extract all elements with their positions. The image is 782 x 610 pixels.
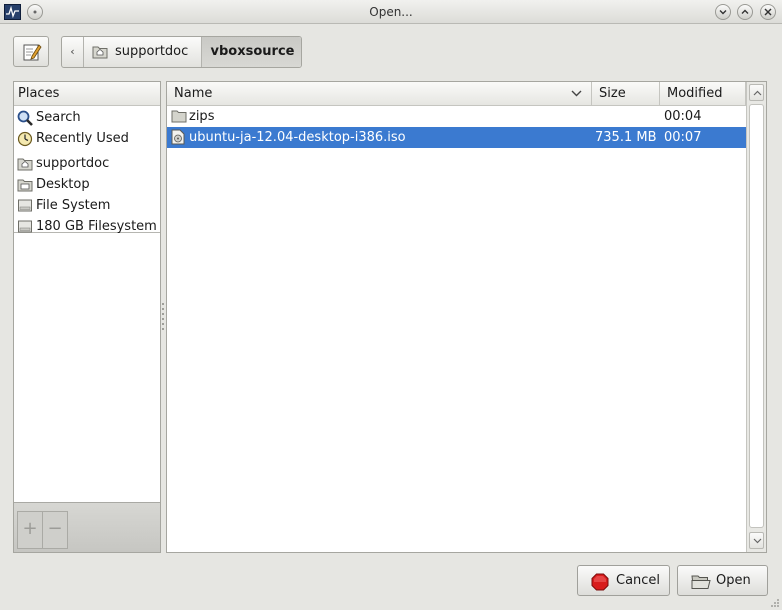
minimize-button[interactable]	[715, 4, 731, 20]
place-supportdoc[interactable]: supportdoc	[14, 153, 160, 174]
open-button[interactable]: Open	[677, 565, 768, 596]
column-header-modified[interactable]: Modified	[660, 82, 746, 106]
type-location-button[interactable]	[13, 36, 49, 67]
file-name: ubuntu-ja-12.04-desktop-i386.iso	[189, 130, 406, 145]
breadcrumb-scroll-left-button[interactable]: ‹	[62, 37, 84, 67]
home-folder-icon	[17, 158, 33, 171]
folder-icon	[171, 110, 187, 123]
chevron-up-icon	[753, 90, 762, 96]
desktop-folder-icon	[17, 179, 33, 192]
place-search[interactable]: Search	[14, 107, 160, 128]
drive-icon	[18, 199, 32, 212]
places-toolbar: + −	[14, 502, 160, 552]
places-sidebar: Places Search Recently Used supportdoc D…	[13, 81, 161, 553]
place-180gb-filesystem[interactable]: 180 GB Filesystem	[14, 216, 160, 237]
file-list-scrollbar[interactable]	[746, 82, 766, 552]
title-bar: Open...	[0, 0, 782, 24]
cancel-button[interactable]: Cancel	[577, 565, 670, 596]
column-header-size[interactable]: Size	[592, 82, 660, 106]
file-name: zips	[189, 109, 215, 124]
resize-grip-icon[interactable]	[770, 598, 780, 608]
home-folder-icon	[92, 46, 108, 59]
breadcrumb-vboxsource[interactable]: vboxsource	[202, 37, 301, 67]
maximize-button[interactable]	[737, 4, 753, 20]
breadcrumb: ‹ supportdoc vboxsource	[61, 36, 302, 68]
remove-bookmark-button[interactable]: −	[42, 511, 68, 549]
file-list: Name Size Modified zips 00:04 ubuntu-ja-…	[166, 81, 767, 553]
disc-image-icon	[171, 129, 185, 145]
places-header: Places	[14, 82, 160, 106]
open-folder-icon	[691, 575, 711, 589]
close-button[interactable]	[760, 4, 776, 20]
file-size: 735.1 MB	[595, 130, 657, 145]
pane-resize-handle[interactable]	[162, 303, 165, 331]
place-recently-used[interactable]: Recently Used	[14, 128, 160, 149]
column-header-name[interactable]: Name	[167, 82, 592, 106]
breadcrumb-supportdoc[interactable]: supportdoc	[84, 37, 202, 67]
drive-icon	[18, 220, 32, 233]
file-row-zips[interactable]: zips 00:04	[167, 106, 746, 127]
scroll-down-button[interactable]	[749, 532, 764, 549]
place-desktop[interactable]: Desktop	[14, 174, 160, 195]
scroll-up-button[interactable]	[749, 84, 764, 101]
search-icon	[17, 110, 33, 126]
file-modified: 00:07	[664, 130, 702, 145]
sort-descending-icon	[571, 90, 582, 97]
edit-icon	[23, 44, 42, 61]
add-bookmark-button[interactable]: +	[17, 511, 43, 549]
scroll-track[interactable]	[749, 104, 764, 528]
file-row-ubuntu-iso[interactable]: ubuntu-ja-12.04-desktop-i386.iso 735.1 M…	[167, 127, 746, 148]
chevron-down-icon	[753, 538, 762, 544]
file-modified: 00:04	[664, 109, 702, 124]
stop-icon	[591, 573, 609, 591]
place-file-system[interactable]: File System	[14, 195, 160, 216]
window-title: Open...	[369, 5, 413, 19]
clock-icon	[17, 131, 33, 147]
